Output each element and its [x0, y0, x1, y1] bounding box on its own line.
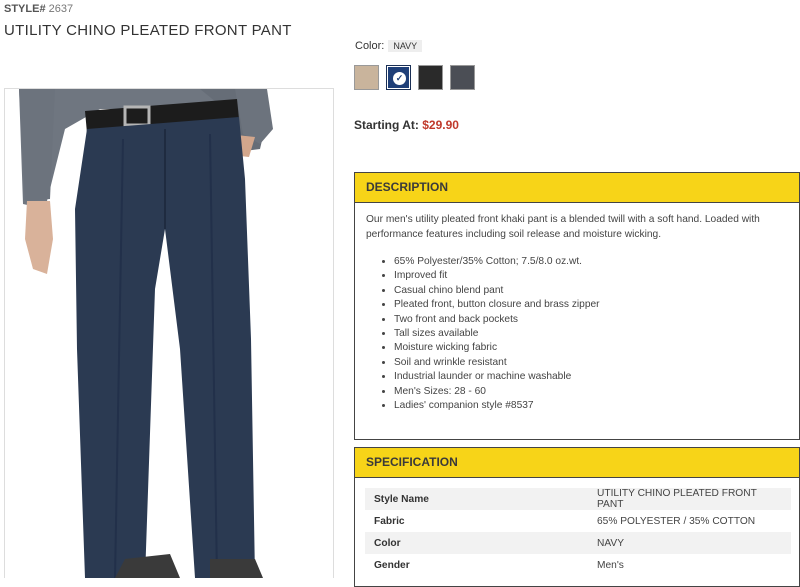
description-panel: DESCRIPTION Our men's utility pleated fr… — [354, 172, 800, 440]
swatch-charcoal[interactable] — [450, 65, 475, 90]
swatch-khaki[interactable] — [354, 65, 379, 90]
spec-value: NAVY — [597, 537, 624, 549]
bullet-item: Tall sizes available — [394, 327, 787, 341]
description-body: Our men's utility pleated front khaki pa… — [355, 203, 799, 413]
price-line: Starting At: $29.90 — [354, 118, 459, 132]
pants-illustration — [19, 89, 273, 578]
color-label-text: Color: — [355, 40, 385, 52]
style-number-value: 2637 — [48, 3, 74, 15]
bullet-item: Ladies' companion style #8537 — [394, 399, 787, 413]
spec-key: Color — [374, 537, 401, 549]
description-bullets: 65% Polyester/35% Cotton; 7.5/8.0 oz.wt.… — [366, 255, 787, 413]
table-row: Fabric 65% POLYESTER / 35% COTTON — [365, 510, 791, 532]
style-label: STYLE# — [4, 3, 46, 15]
specification-panel: SPECIFICATION Style Name UTILITY CHINO PL… — [354, 447, 800, 587]
check-icon: ✓ — [393, 72, 406, 85]
style-number: STYLE# 2637 — [4, 3, 73, 15]
color-label: Color: NAVY — [355, 40, 423, 52]
bullet-item: Moisture wicking fabric — [394, 341, 787, 355]
spec-value: UTILITY CHINO PLEATED FRONT PANT — [597, 488, 757, 510]
bullet-item: Industrial launder or machine washable — [394, 370, 787, 384]
bullet-item: Improved fit — [394, 269, 787, 283]
selected-color-chip: NAVY — [388, 40, 423, 52]
bullet-item: Pleated front, button closure and brass … — [394, 298, 787, 312]
spec-value: Men's — [597, 559, 624, 571]
swatch-navy[interactable]: ✓ — [386, 65, 411, 90]
bullet-item: Men's Sizes: 28 - 60 — [394, 385, 787, 399]
spec-key: Style Name — [374, 493, 429, 505]
bullet-item: Casual chino blend pant — [394, 284, 787, 298]
bullet-item: 65% Polyester/35% Cotton; 7.5/8.0 oz.wt. — [394, 255, 787, 269]
table-row: Gender Men's — [365, 554, 791, 576]
table-row: Color NAVY — [365, 532, 791, 554]
product-title: UTILITY CHINO PLEATED FRONT PANT — [4, 22, 292, 39]
description-heading: DESCRIPTION — [355, 173, 799, 203]
specification-table: Style Name UTILITY CHINO PLEATED FRONT PA… — [365, 488, 791, 576]
spec-value: 65% POLYESTER / 35% COTTON — [597, 515, 756, 527]
specification-heading: SPECIFICATION — [355, 448, 799, 478]
bullet-item: Soil and wrinkle resistant — [394, 356, 787, 370]
spec-key: Fabric — [374, 515, 405, 527]
swatch-black[interactable] — [418, 65, 443, 90]
description-intro: Our men's utility pleated front khaki pa… — [366, 214, 760, 240]
bullet-item: Two front and back pockets — [394, 313, 787, 327]
price-label: Starting At: — [354, 118, 419, 132]
table-row: Style Name UTILITY CHINO PLEATED FRONT PA… — [365, 488, 791, 510]
color-swatches: ✓ — [354, 65, 475, 90]
price-value: $29.90 — [422, 118, 459, 132]
product-image[interactable] — [4, 88, 334, 578]
spec-key: Gender — [374, 559, 410, 571]
